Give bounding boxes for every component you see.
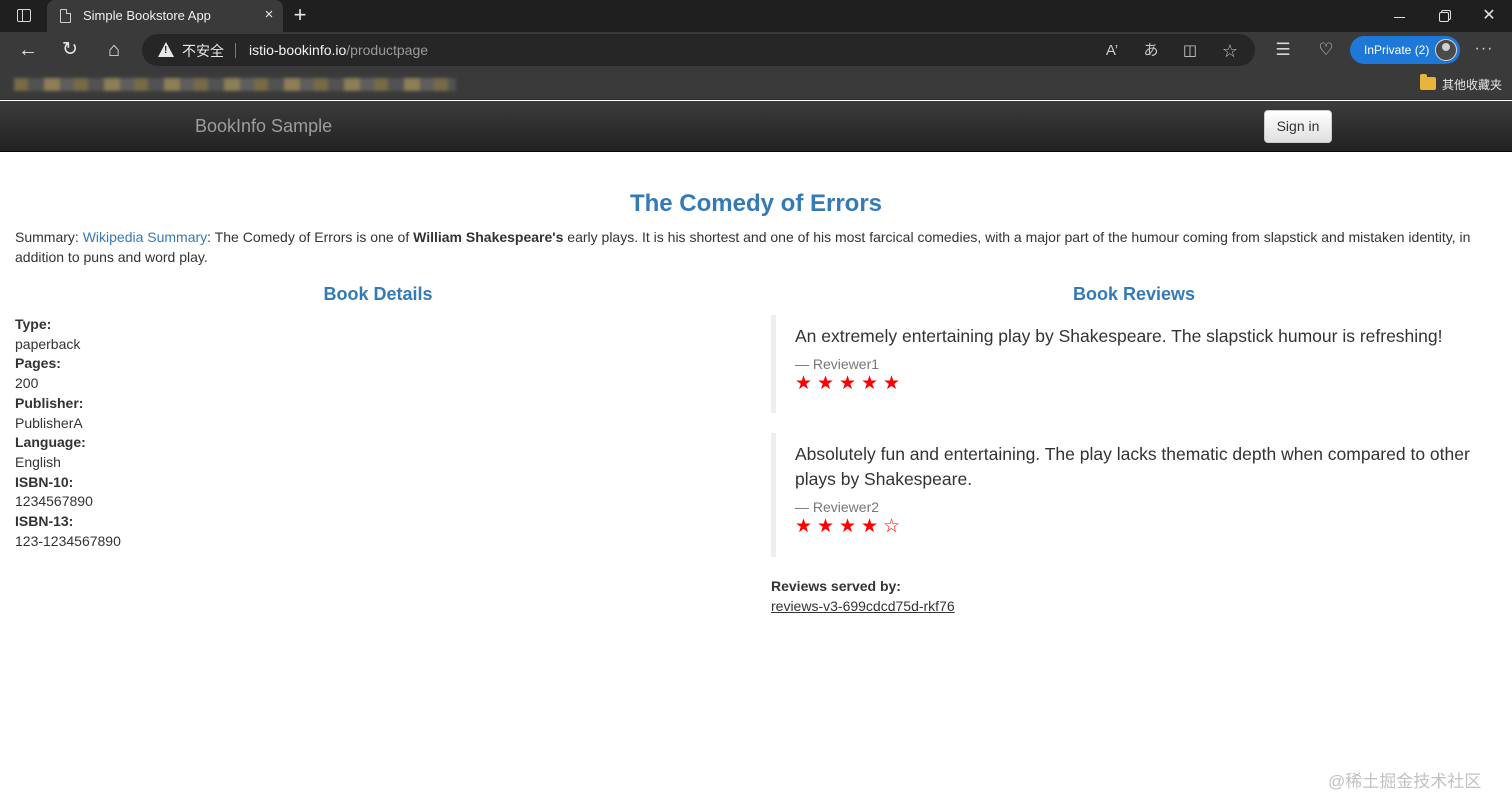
review-text: An extremely entertaining play by Shakes… (795, 326, 1443, 346)
served-by-host: reviews-v3-699cdcd75d-rkf76 (771, 598, 955, 614)
blurred-bookmarks (14, 78, 456, 91)
url-path: /productpage (346, 42, 429, 58)
star-filled-icon: ★ (795, 373, 816, 394)
book-summary: Summary: Wikipedia Summary: The Comedy o… (15, 227, 1497, 267)
detail-label: Publisher: (15, 394, 84, 411)
star-filled-icon: ★ (839, 373, 860, 394)
new-tab-button[interactable]: + (289, 4, 311, 26)
review-item: An extremely entertaining play by Shakes… (771, 315, 1471, 413)
home-button[interactable]: ⌂ (100, 36, 128, 64)
translate-icon[interactable]: あ (1140, 40, 1162, 62)
reviews-served-by: Reviews served by: reviews-v3-699cdcd75d… (771, 576, 955, 616)
wikipedia-summary-link[interactable]: Wikipedia Summary (83, 229, 207, 245)
star-filled-icon: ★ (817, 516, 838, 537)
detail-value: English (15, 453, 61, 470)
browser-tab[interactable]: Simple Bookstore App × (47, 0, 283, 32)
star-rating: ★ ★ ★ ★ ★ (795, 374, 1471, 394)
address-bar[interactable]: 不安全 istio-bookinfo.io/productpage A’ あ ◫… (142, 34, 1255, 66)
detail-value: 123-1234567890 (15, 532, 121, 549)
page-icon (60, 9, 71, 23)
star-filled-icon: ★ (883, 373, 904, 394)
add-favorite-icon[interactable]: ☆ (1219, 40, 1241, 62)
star-filled-icon: ★ (861, 516, 882, 537)
back-button[interactable]: ← (14, 36, 42, 64)
served-by-label: Reviews served by: (771, 578, 901, 594)
tab-close-icon[interactable]: × (259, 5, 279, 25)
address-separator (235, 43, 236, 58)
restore-icon (1439, 12, 1449, 23)
review-author: — Reviewer2 (795, 499, 880, 515)
book-details-heading: Book Details (323, 284, 433, 304)
reload-button[interactable]: ↻ (56, 36, 84, 64)
book-details-list: Type: paperback Pages: 200 Publisher: Pu… (15, 315, 121, 551)
browser-tab-bar: Simple Bookstore App × + ✕ (0, 0, 1512, 32)
warning-icon[interactable] (158, 42, 174, 57)
watermark: @稀土掘金技术社区 (1328, 772, 1482, 791)
summary-author: William Shakespeare's (413, 229, 564, 245)
summary-prefix: Summary: (15, 229, 83, 245)
favorites-icon[interactable]: ☰ (1271, 38, 1295, 62)
star-filled-icon: ★ (839, 516, 860, 537)
site-navbar: BookInfo Sample Sign in (0, 101, 1512, 152)
close-window-button[interactable]: ✕ (1466, 0, 1512, 32)
restore-button[interactable] (1421, 0, 1467, 32)
summary-text-1: : The Comedy of Errors is one of (207, 229, 414, 245)
browser-essentials-icon[interactable]: ♡ (1314, 38, 1338, 62)
detail-label: ISBN-13: (15, 513, 74, 530)
detail-label: Type: (15, 316, 52, 332)
browser-toolbar: ← ↻ ⌂ 不安全 istio-bookinfo.io/productpage … (0, 32, 1512, 68)
star-filled-icon: ★ (817, 373, 838, 394)
more-options-icon[interactable]: ··· (1472, 38, 1496, 62)
avatar (1435, 39, 1457, 61)
url-host: istio-bookinfo.io (249, 42, 347, 58)
security-status[interactable]: 不安全 (182, 41, 224, 61)
read-aloud-icon[interactable]: A’ (1101, 40, 1123, 62)
brand-link[interactable]: BookInfo Sample (195, 116, 332, 137)
folder-icon (1420, 74, 1436, 90)
book-title: The Comedy of Errors (629, 190, 883, 217)
split-screen-icon[interactable]: ◫ (1179, 40, 1201, 62)
star-rating: ★ ★ ★ ★ ☆ (795, 517, 1471, 537)
detail-value: PublisherA (15, 414, 83, 431)
bookmarks-bar: 其他收藏夹 (0, 68, 1512, 100)
other-favorites-label: 其他收藏夹 (1442, 78, 1503, 92)
book-reviews-heading: Book Reviews (1072, 284, 1196, 304)
tab-actions-icon[interactable] (10, 6, 38, 26)
review-item: Absolutely fun and entertaining. The pla… (771, 433, 1471, 557)
tab-title: Simple Bookstore App (83, 8, 211, 23)
detail-label: ISBN-10: (15, 473, 74, 490)
detail-value: 200 (15, 375, 39, 392)
star-filled-icon: ★ (795, 516, 816, 537)
detail-label: Pages: (15, 355, 61, 372)
star-filled-icon: ★ (861, 373, 882, 394)
detail-value: paperback (15, 335, 81, 352)
detail-label: Language: (15, 434, 86, 451)
url-text[interactable]: istio-bookinfo.io/productpage (249, 42, 428, 58)
detail-value: 1234567890 (15, 493, 93, 510)
minimize-icon (1393, 16, 1405, 18)
inprivate-label: InPrivate (2) (1364, 43, 1430, 57)
sign-in-button[interactable]: Sign in (1264, 110, 1332, 143)
review-author: — Reviewer1 (795, 356, 880, 372)
minimize-button[interactable] (1376, 0, 1422, 32)
review-text: Absolutely fun and entertaining. The pla… (795, 444, 1470, 489)
inprivate-button[interactable]: InPrivate (2) (1350, 36, 1460, 64)
star-empty-icon: ☆ (883, 516, 904, 537)
